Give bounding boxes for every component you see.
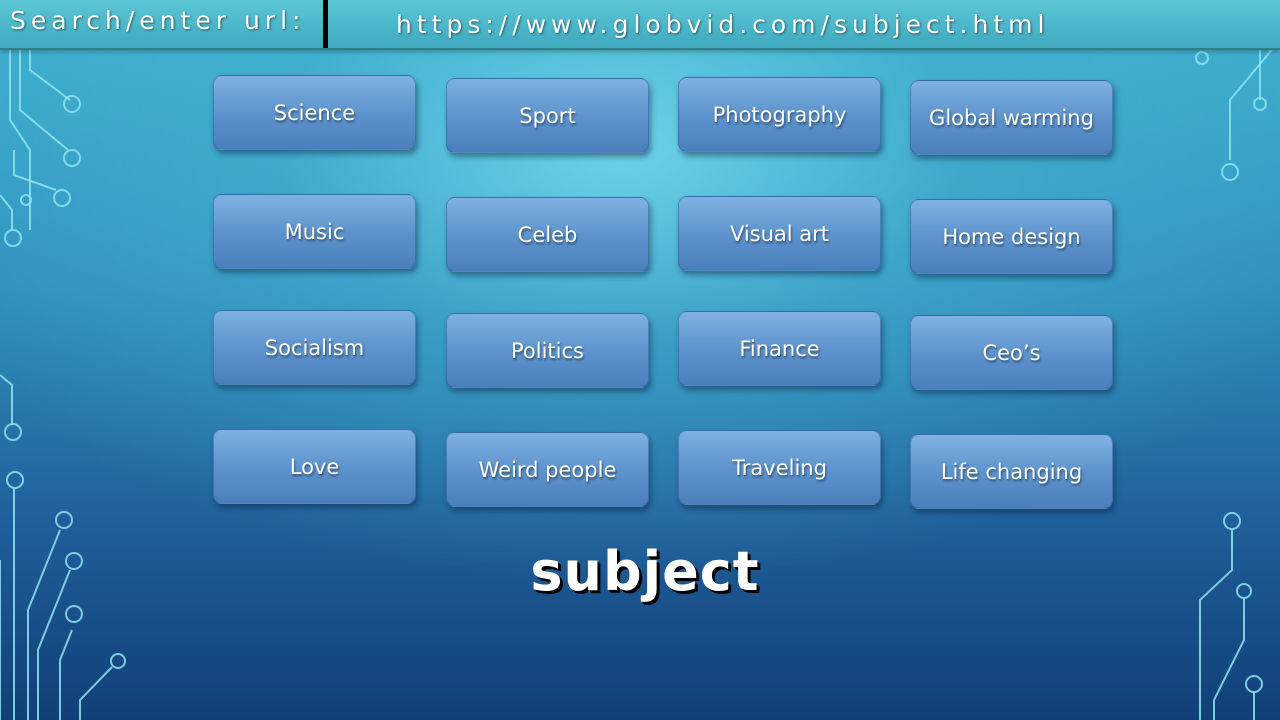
page-title: subject [530, 540, 760, 603]
subject-button-music[interactable]: Music [213, 194, 416, 269]
subject-button-sport[interactable]: Sport [446, 78, 649, 153]
subject-button-photography[interactable]: Photography [678, 77, 881, 152]
subject-button-socialism[interactable]: Socialism [213, 310, 416, 385]
subject-button-home-design[interactable]: Home design [910, 199, 1113, 274]
subject-button-visual-art[interactable]: Visual art [678, 196, 881, 271]
subject-button-love[interactable]: Love [213, 429, 416, 504]
subject-button-global-warming[interactable]: Global warming [910, 80, 1113, 155]
subject-grid: Science Sport Photography Global warming… [0, 0, 1280, 720]
subject-button-finance[interactable]: Finance [678, 311, 881, 386]
subject-button-science[interactable]: Science [213, 75, 416, 150]
subject-button-celeb[interactable]: Celeb [446, 197, 649, 272]
subject-button-weird-people[interactable]: Weird people [446, 432, 649, 507]
subject-button-life-changing[interactable]: Life changing [910, 434, 1113, 509]
subject-button-ceos[interactable]: Ceo’s [910, 315, 1113, 390]
subject-button-traveling[interactable]: Traveling [678, 430, 881, 505]
subject-button-politics[interactable]: Politics [446, 313, 649, 388]
